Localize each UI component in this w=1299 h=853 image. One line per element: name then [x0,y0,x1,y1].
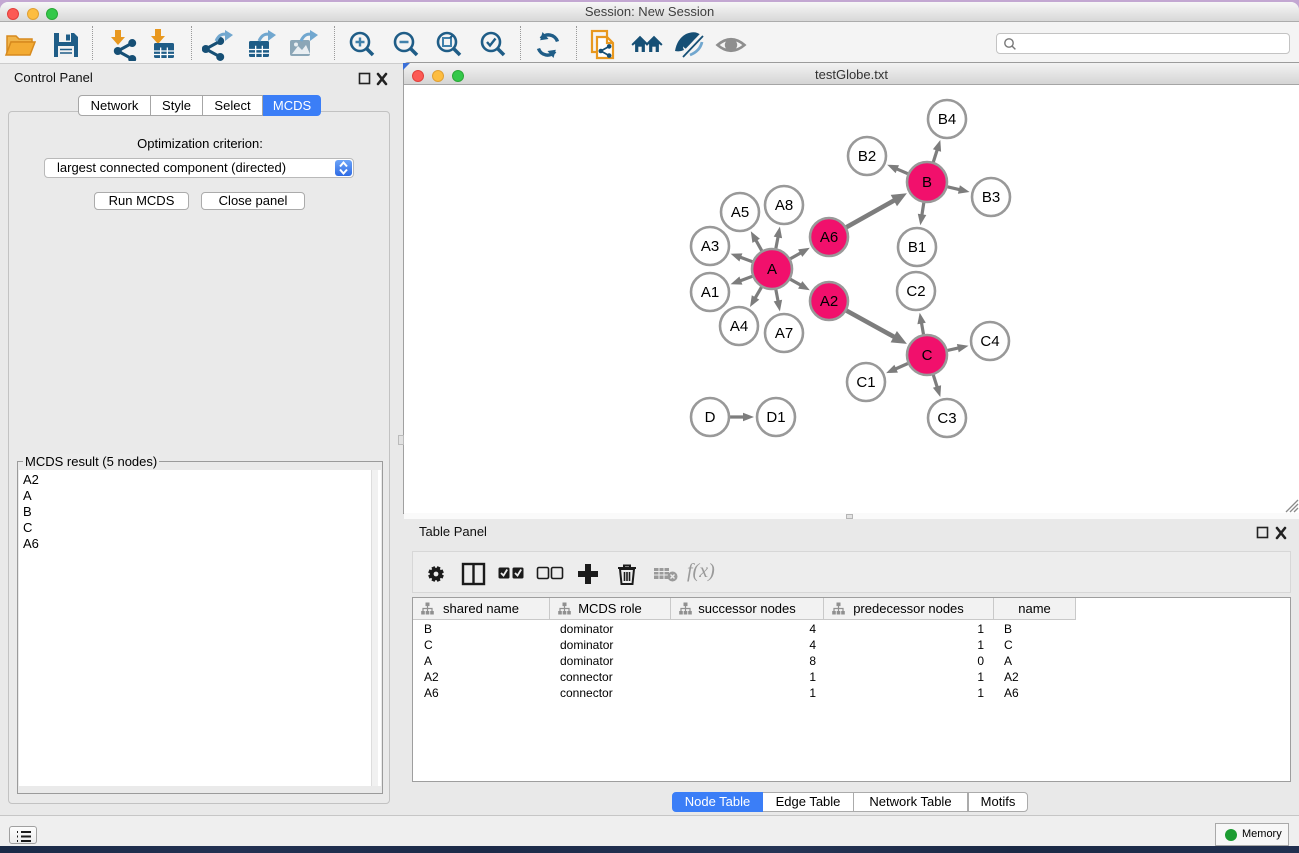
svg-text:C1: C1 [856,374,875,391]
svg-text:A3: A3 [701,238,719,255]
svg-text:C4: C4 [980,333,999,350]
svg-text:B: B [922,174,932,191]
svg-text:A8: A8 [775,197,793,214]
svg-text:B1: B1 [908,239,926,256]
svg-text:A: A [767,261,777,278]
svg-text:B4: B4 [938,111,956,128]
svg-text:C3: C3 [937,410,956,427]
svg-text:A5: A5 [731,204,749,221]
svg-text:C2: C2 [906,283,925,300]
svg-text:A2: A2 [820,293,838,310]
svg-text:A6: A6 [820,229,838,246]
svg-text:C: C [922,347,933,364]
svg-text:D1: D1 [766,409,785,426]
svg-text:A4: A4 [730,318,748,335]
svg-text:B3: B3 [982,189,1000,206]
svg-text:A7: A7 [775,325,793,342]
svg-text:A1: A1 [701,284,719,301]
svg-text:B2: B2 [858,148,876,165]
svg-text:D: D [705,409,716,426]
